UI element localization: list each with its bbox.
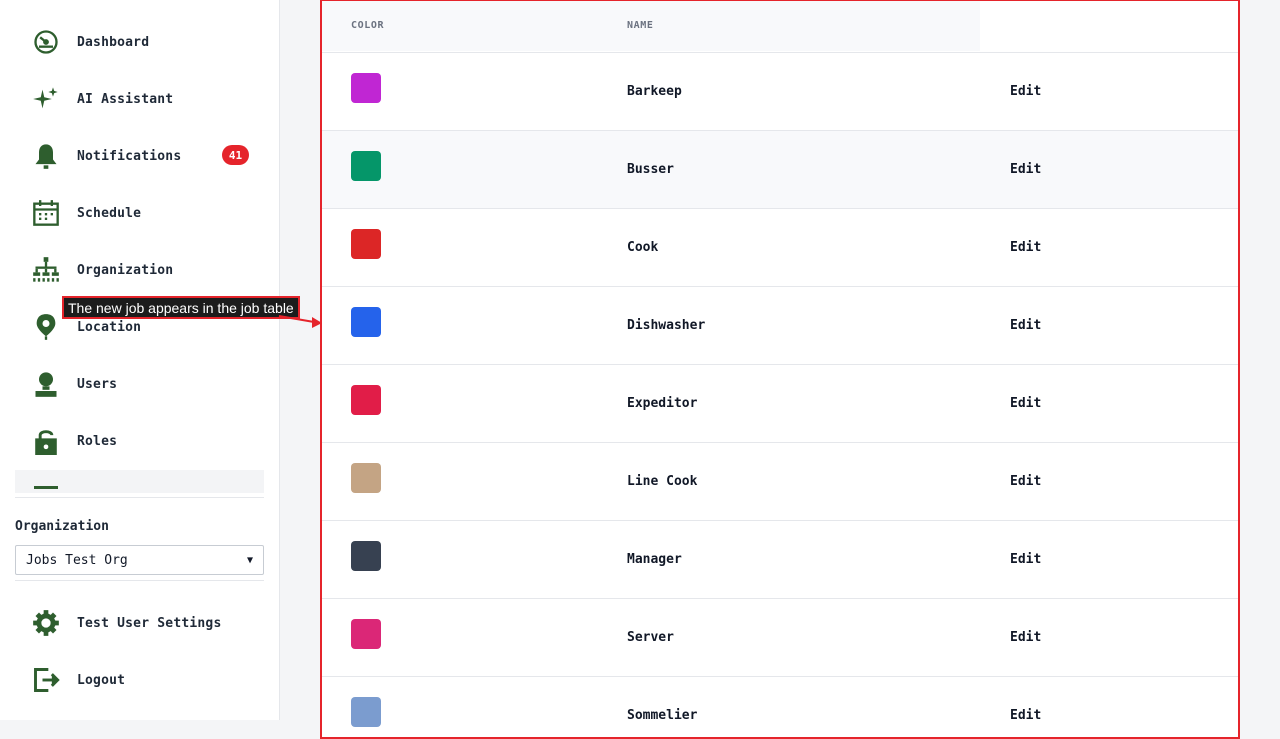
table-row: Manager Edit (322, 521, 1238, 599)
sidebar-item-ai-assistant[interactable]: AI Assistant (30, 82, 270, 116)
job-name: Sommelier (627, 708, 698, 723)
notification-count-badge: 41 (222, 145, 249, 165)
table-header: COLOR NAME (322, 1, 1238, 53)
organization-label: Organization (15, 519, 109, 534)
organization-select-value: Jobs Test Org (26, 552, 128, 568)
sidebar-item-label: Logout (77, 672, 126, 688)
job-name: Expeditor (627, 396, 698, 411)
org-chart-icon (30, 254, 62, 286)
edit-button[interactable]: Edit (1010, 84, 1041, 99)
edit-button[interactable]: Edit (1010, 630, 1041, 645)
sidebar-item-roles[interactable]: Roles (30, 424, 270, 458)
sidebar-item-label: Test User Settings (77, 615, 222, 631)
table-row: Cook Edit (322, 209, 1238, 287)
edit-button[interactable]: Edit (1010, 474, 1041, 489)
table-row: Server Edit (322, 599, 1238, 677)
partial-icon (34, 486, 58, 493)
sidebar: Dashboard AI Assistant Notifications 41 Sche… (0, 0, 280, 720)
sidebar-item-test-user-settings[interactable]: Test User Settings (30, 606, 270, 640)
color-swatch (351, 697, 381, 727)
table-row: Line Cook Edit (322, 443, 1238, 521)
color-swatch (351, 541, 381, 571)
annotation-callout: The new job appears in the job table (62, 296, 300, 319)
sidebar-item-label: Dashboard (77, 34, 150, 50)
edit-button[interactable]: Edit (1010, 396, 1041, 411)
table-row: Busser Edit (322, 131, 1238, 209)
divider (15, 497, 264, 498)
sidebar-item-users[interactable]: Users (30, 367, 270, 401)
sidebar-item-partial[interactable] (15, 470, 264, 493)
sidebar-item-notifications[interactable]: Notifications 41 (30, 139, 270, 173)
column-header-name: NAME (627, 20, 654, 31)
column-header-color: COLOR (351, 20, 385, 31)
gear-icon (30, 607, 62, 639)
job-name: Cook (627, 240, 659, 255)
sidebar-item-dashboard[interactable]: Dashboard (30, 25, 270, 59)
edit-button[interactable]: Edit (1010, 552, 1041, 567)
table-row: Sommelier Edit (322, 677, 1238, 737)
unlock-icon (30, 425, 62, 457)
sidebar-item-label: Notifications (77, 148, 182, 164)
job-name: Dishwasher (627, 318, 706, 333)
color-swatch (351, 385, 381, 415)
sidebar-item-label: AI Assistant (77, 91, 174, 107)
table-row: Expeditor Edit (322, 365, 1238, 443)
job-name: Busser (627, 162, 674, 177)
sidebar-item-label: Organization (77, 262, 174, 278)
sidebar-item-label: Roles (77, 433, 118, 449)
job-name: Line Cook (627, 474, 698, 489)
job-name: Barkeep (627, 84, 682, 99)
table-row: Dishwasher Edit (322, 287, 1238, 365)
color-swatch (351, 73, 381, 103)
logout-icon (30, 664, 62, 696)
sidebar-item-label: Location (77, 319, 142, 335)
bell-icon (30, 140, 62, 172)
edit-button[interactable]: Edit (1010, 240, 1041, 255)
edit-button[interactable]: Edit (1010, 708, 1041, 723)
sparkle-icon (30, 83, 62, 115)
sidebar-item-logout[interactable]: Logout (30, 663, 270, 697)
sidebar-item-label: Schedule (77, 205, 142, 221)
job-name: Server (627, 630, 674, 645)
color-swatch (351, 463, 381, 493)
sidebar-item-label: Users (77, 376, 118, 392)
color-swatch (351, 229, 381, 259)
color-swatch (351, 619, 381, 649)
chevron-down-icon: ▼ (246, 554, 253, 566)
dashboard-icon (30, 26, 62, 58)
job-table: COLOR NAME Barkeep Edit Busser Edit Cook Edit… (320, 0, 1240, 739)
edit-button[interactable]: Edit (1010, 162, 1041, 177)
calendar-icon (30, 197, 62, 229)
color-swatch (351, 151, 381, 181)
location-pin-icon (30, 311, 62, 343)
user-icon (30, 368, 62, 400)
divider (15, 580, 264, 581)
table-row: Barkeep Edit (322, 53, 1238, 131)
edit-button[interactable]: Edit (1010, 318, 1041, 333)
color-swatch (351, 307, 381, 337)
sidebar-item-schedule[interactable]: Schedule (30, 196, 270, 230)
job-name: Manager (627, 552, 682, 567)
sidebar-item-organization[interactable]: Organization (30, 253, 270, 287)
organization-select[interactable]: Jobs Test Org ▼ (15, 545, 264, 575)
